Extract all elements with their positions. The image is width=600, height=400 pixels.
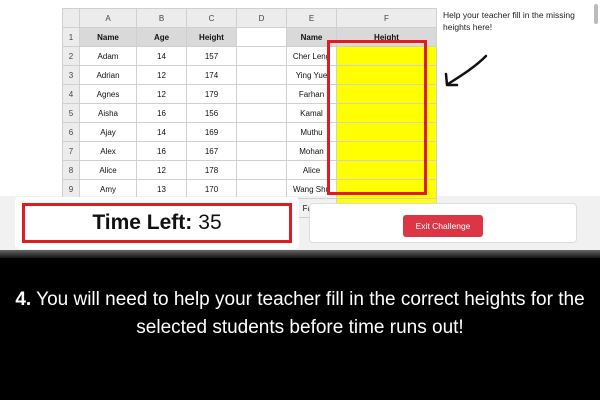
cell[interactable]: 12 xyxy=(136,84,187,104)
name-cell[interactable]: Muthu xyxy=(286,122,337,142)
cell[interactable] xyxy=(236,103,287,123)
spreadsheet-area: A B C D E F 1 Name Age Height Name Height 2 Adam 14 157… xyxy=(0,0,600,218)
corner-cell xyxy=(62,8,80,28)
app-area: A B C D E F 1 Name Age Height Name Height 2 Adam 14 157… xyxy=(0,0,600,258)
cell[interactable]: 12 xyxy=(136,65,187,85)
exit-challenge-button[interactable]: Exit Challenge xyxy=(403,215,483,237)
cell[interactable]: Ajay xyxy=(79,122,137,142)
row-header[interactable]: 7 xyxy=(62,141,80,161)
row-header[interactable]: 2 xyxy=(62,46,80,66)
height-input-cell[interactable] xyxy=(336,160,437,180)
cell[interactable]: 169 xyxy=(186,122,237,142)
timer-box: Time Left: 35 xyxy=(22,203,292,243)
height-input-cell[interactable] xyxy=(336,179,437,199)
instruction-note: Help your teacher fill in the missing he… xyxy=(443,10,575,32)
cell[interactable]: Adrian xyxy=(79,65,137,85)
cell[interactable] xyxy=(236,27,287,47)
row-header[interactable]: 9 xyxy=(62,179,80,199)
cell[interactable]: 174 xyxy=(186,65,237,85)
cell[interactable] xyxy=(236,141,287,161)
name-cell[interactable]: Kamal xyxy=(286,103,337,123)
cell[interactable]: 14 xyxy=(136,46,187,66)
cell[interactable] xyxy=(236,46,287,66)
cell[interactable] xyxy=(236,160,287,180)
cell[interactable]: 157 xyxy=(186,46,237,66)
timer-label: Time Left: xyxy=(92,211,193,234)
cell[interactable]: 178 xyxy=(186,160,237,180)
column-header[interactable]: E xyxy=(286,8,337,28)
header-cell[interactable]: Height xyxy=(186,27,237,47)
cell[interactable]: 156 xyxy=(186,103,237,123)
column-header[interactable]: F xyxy=(336,8,437,28)
cell[interactable]: Amy xyxy=(79,179,137,199)
cell[interactable]: 13 xyxy=(136,179,187,199)
table-row: 3 Adrian 12 174 Ying Yue xyxy=(62,65,437,85)
row-header[interactable]: 5 xyxy=(62,103,80,123)
row-header[interactable]: 3 xyxy=(62,65,80,85)
row-header[interactable]: 8 xyxy=(62,160,80,180)
cell[interactable]: 14 xyxy=(136,122,187,142)
table-row: 1 Name Age Height Name Height xyxy=(62,27,437,47)
table-row: 7 Alex 16 167 Mohan xyxy=(62,141,437,161)
cell[interactable]: 12 xyxy=(136,160,187,180)
cell[interactable]: 179 xyxy=(186,84,237,104)
header-cell[interactable]: Name xyxy=(286,27,337,47)
table-row: 4 Agnes 12 179 Farhan xyxy=(62,84,437,104)
row-header[interactable]: 4 xyxy=(62,84,80,104)
spreadsheet: A B C D E F 1 Name Age Height Name Height 2 Adam 14 157… xyxy=(62,8,437,218)
cell[interactable] xyxy=(236,84,287,104)
column-header[interactable]: D xyxy=(236,8,287,28)
header-cell[interactable]: Height xyxy=(336,27,437,47)
name-cell[interactable]: Farhan xyxy=(286,84,337,104)
header-cell[interactable]: Age xyxy=(136,27,187,47)
height-input-cell[interactable] xyxy=(336,103,437,123)
cell[interactable]: Alice xyxy=(79,160,137,180)
scrollbar[interactable] xyxy=(594,4,598,24)
column-header[interactable]: B xyxy=(136,8,187,28)
name-cell[interactable]: Ying Yue xyxy=(286,65,337,85)
cell[interactable] xyxy=(236,179,287,199)
table-row: 6 Ajay 14 169 Muthu xyxy=(62,122,437,142)
height-input-cell[interactable] xyxy=(336,141,437,161)
height-input-cell[interactable] xyxy=(336,122,437,142)
table-row: 9 Amy 13 170 Wang Shu xyxy=(62,179,437,199)
table-row: 2 Adam 14 157 Cher Leng xyxy=(62,46,437,66)
column-header[interactable]: C xyxy=(186,8,237,28)
caption-text: 4. You will need to help your teacher fi… xyxy=(0,286,600,342)
name-cell[interactable]: Alice xyxy=(286,160,337,180)
name-cell[interactable]: Wang Shu xyxy=(286,179,337,199)
curved-arrow-icon xyxy=(444,54,488,87)
height-input-cell[interactable] xyxy=(336,46,437,66)
cell[interactable]: 170 xyxy=(186,179,237,199)
table-row: 8 Alice 12 178 Alice xyxy=(62,160,437,180)
cell[interactable] xyxy=(236,122,287,142)
name-cell[interactable]: Cher Leng xyxy=(286,46,337,66)
height-input-cell[interactable] xyxy=(336,65,437,85)
header-cell[interactable]: Name xyxy=(79,27,137,47)
cell[interactable] xyxy=(236,65,287,85)
row-header[interactable]: 1 xyxy=(62,27,80,47)
column-header-row: ABCDEF xyxy=(62,8,437,28)
table-row: 5 Aisha 16 156 Kamal xyxy=(62,103,437,123)
cell[interactable]: Adam xyxy=(79,46,137,66)
cell[interactable]: Aisha xyxy=(79,103,137,123)
caption-panel: 4. You will need to help your teacher fi… xyxy=(0,258,600,400)
cell[interactable]: Agnes xyxy=(79,84,137,104)
caption-step-number: 4. xyxy=(15,289,32,310)
cell[interactable]: 16 xyxy=(136,103,187,123)
height-input-cell[interactable] xyxy=(336,84,437,104)
row-header[interactable]: 6 xyxy=(62,122,80,142)
name-cell[interactable]: Mohan xyxy=(286,141,337,161)
cell[interactable]: 16 xyxy=(136,141,187,161)
caption-body: You will need to help your teacher fill … xyxy=(36,289,585,338)
column-header[interactable]: A xyxy=(79,8,137,28)
timer-value: 35 xyxy=(198,211,222,234)
cell[interactable]: 167 xyxy=(186,141,237,161)
cell[interactable]: Alex xyxy=(79,141,137,161)
